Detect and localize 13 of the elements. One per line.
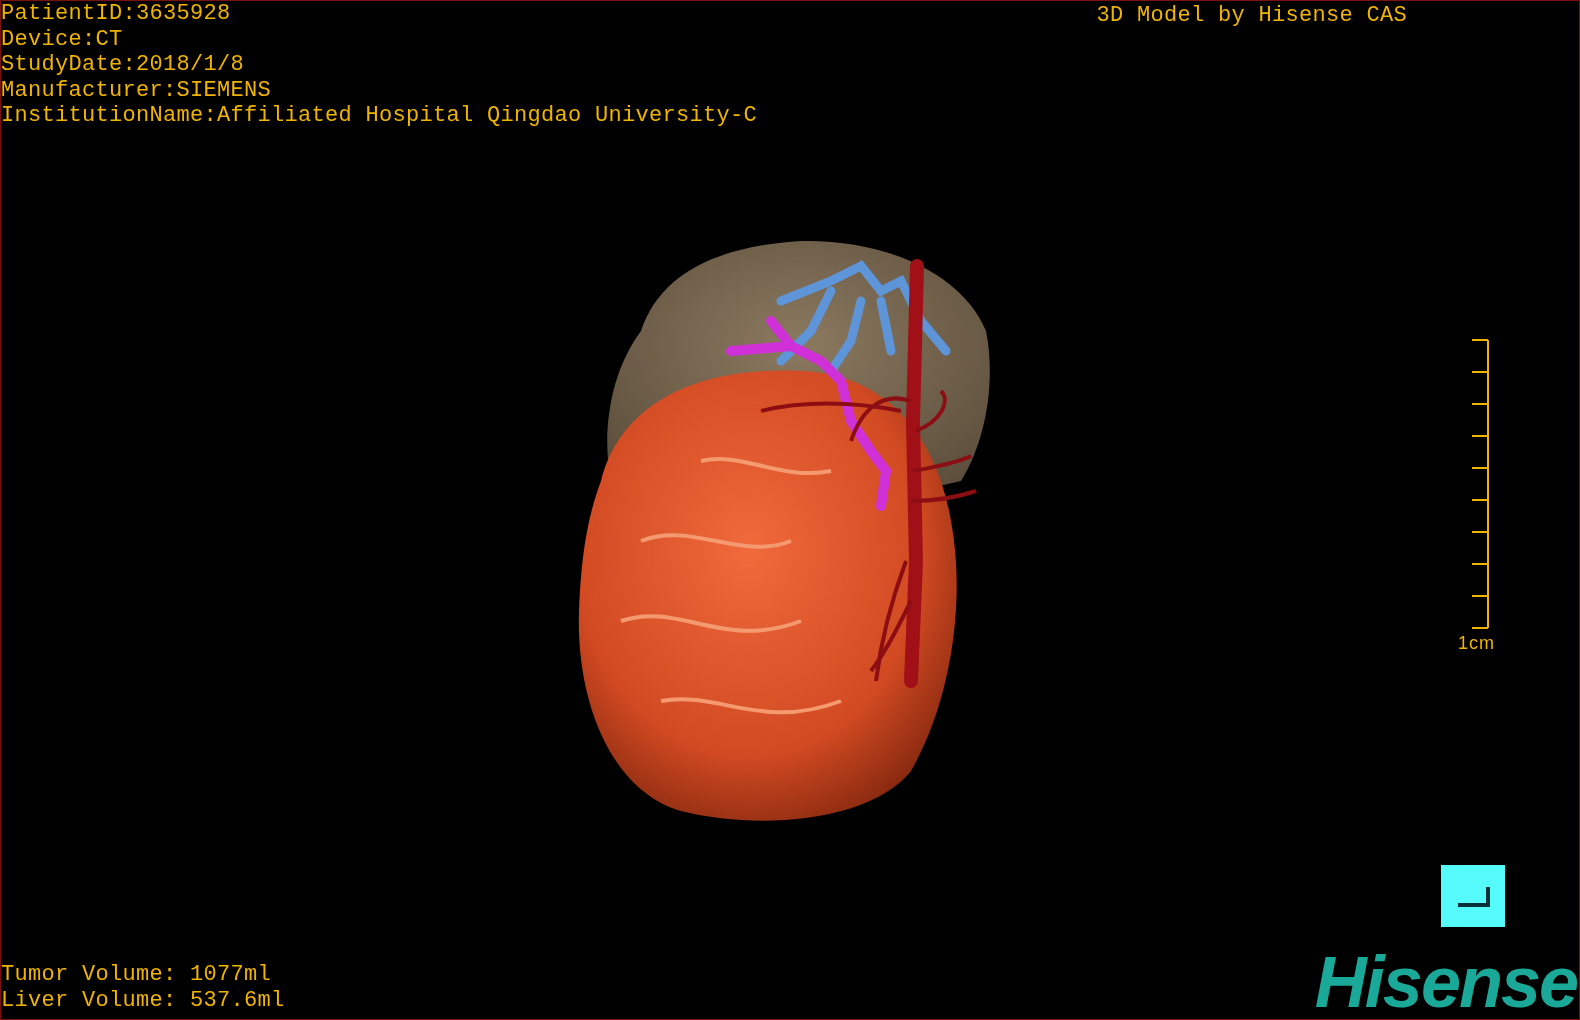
study-info-text: InstitutionName:Affiliated Hospital Qingdao University-C	[1, 103, 758, 129]
corner-icon	[1456, 885, 1490, 907]
study-info-text: Manufacturer:SIEMENS	[1, 77, 273, 103]
study-info-text: Device:CT	[1, 26, 124, 52]
corner-button[interactable]	[1441, 865, 1505, 927]
brand-logo: Hisense	[1314, 949, 1577, 1015]
volume-text: Liver Volume: 537.6ml	[1, 987, 285, 1013]
study-info-text: StudyDate:2018/1/8	[1, 52, 246, 78]
study-info-text: PatientID:3635928	[1, 1, 232, 27]
scale-label: 1cm	[1458, 633, 1495, 655]
volume-text: Tumor Volume: 1077ml	[1, 962, 273, 988]
viewer-title: 3D Model by Hisense CAS	[1096, 3, 1407, 29]
scale-ruler-icon	[1472, 339, 1490, 630]
